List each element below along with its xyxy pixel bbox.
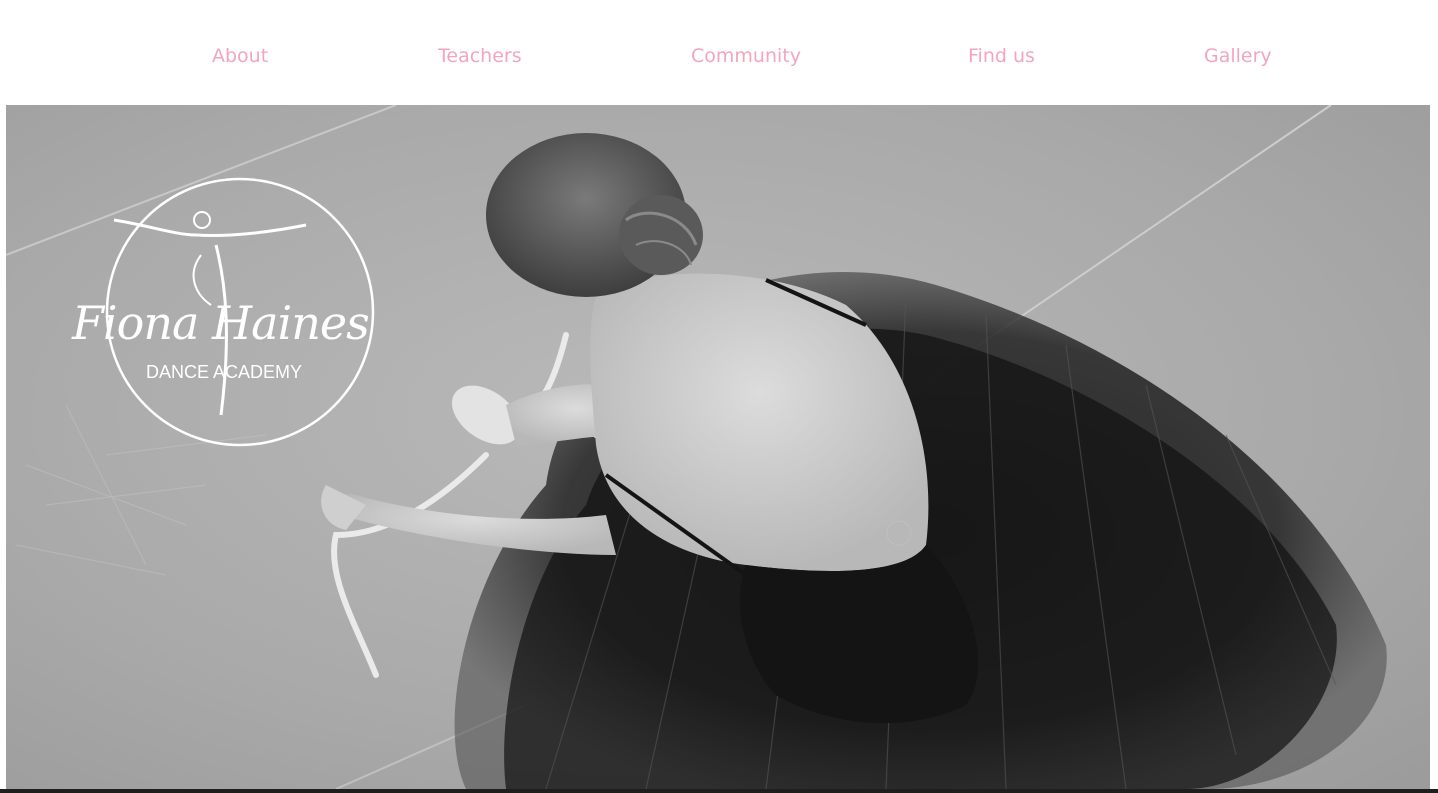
nav-link-about[interactable]: About — [212, 43, 268, 69]
logo-subtitle: DANCE ACADEMY — [146, 362, 303, 382]
nav-link-community[interactable]: Community — [691, 43, 801, 69]
nav-link-teachers[interactable]: Teachers — [438, 43, 522, 69]
ballet-dancer-photo — [6, 105, 1430, 789]
hero-image: Fiona Haines DANCE ACADEMY — [6, 105, 1430, 789]
nav-link-gallery[interactable]: Gallery — [1204, 43, 1272, 69]
logo-wordmark: Fiona Haines — [72, 296, 370, 350]
top-navigation: About Teachers Community Find us Gallery — [0, 0, 1438, 105]
nav-link-find-us[interactable]: Find us — [968, 43, 1035, 69]
bottom-edge-bar — [0, 789, 1438, 793]
